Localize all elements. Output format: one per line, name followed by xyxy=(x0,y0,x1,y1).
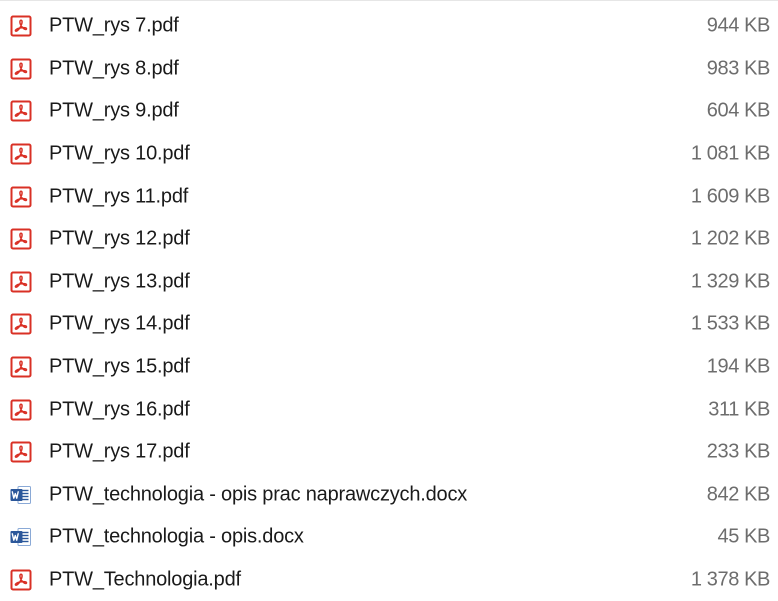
file-row[interactable]: PTW_rys 15.pdf 194 KB xyxy=(0,346,778,389)
file-size: 1 081 KB xyxy=(690,142,770,165)
file-row[interactable]: PTW_rys 11.pdf 1 609 KB xyxy=(0,175,778,218)
file-size: 1 609 KB xyxy=(690,185,770,208)
file-row[interactable]: PTW_rys 8.pdf 983 KB xyxy=(0,48,778,91)
word-icon xyxy=(10,528,31,547)
file-size: 1 533 KB xyxy=(690,312,770,335)
file-row[interactable]: PTW_rys 16.pdf 311 KB xyxy=(0,388,778,431)
pdf-icon xyxy=(10,399,32,421)
file-size: 233 KB xyxy=(706,440,771,463)
file-name: PTW_rys 15.pdf xyxy=(49,355,190,378)
file-row[interactable]: PTW_rys 9.pdf 604 KB xyxy=(0,90,778,133)
pdf-icon xyxy=(10,100,32,122)
pdf-icon xyxy=(10,271,32,293)
file-name: PTW_rys 11.pdf xyxy=(49,185,189,208)
file-size: 604 KB xyxy=(706,99,771,122)
file-size: 944 KB xyxy=(706,14,771,37)
file-size: 1 202 KB xyxy=(690,227,770,250)
file-name: PTW_rys 7.pdf xyxy=(49,14,179,37)
file-row[interactable]: PTW_rys 13.pdf 1 329 KB xyxy=(0,261,778,304)
file-size: 983 KB xyxy=(706,57,771,80)
file-name: PTW_rys 16.pdf xyxy=(49,398,190,421)
file-row[interactable]: PTW_Technologia.pdf 1 378 KB xyxy=(0,559,778,601)
word-icon xyxy=(10,485,31,504)
file-size: 1 378 KB xyxy=(690,568,770,591)
file-row[interactable]: PTW_rys 7.pdf 944 KB xyxy=(0,5,778,48)
file-name: PTW_rys 8.pdf xyxy=(49,57,179,80)
pdf-icon xyxy=(10,569,32,591)
file-name: PTW_rys 17.pdf xyxy=(49,440,190,463)
pdf-icon xyxy=(10,58,32,80)
pdf-icon xyxy=(10,143,32,165)
file-name: PTW_rys 12.pdf xyxy=(49,227,190,250)
file-name: PTW_technologia - opis.docx xyxy=(49,525,304,548)
file-row[interactable]: PTW_rys 12.pdf 1 202 KB xyxy=(0,218,778,261)
file-name: PTW_rys 13.pdf xyxy=(49,270,190,293)
file-size: 842 KB xyxy=(706,483,771,506)
pdf-icon xyxy=(10,356,32,378)
file-row[interactable]: PTW_rys 10.pdf 1 081 KB xyxy=(0,133,778,176)
top-border xyxy=(0,0,778,1)
file-row[interactable]: PTW_technologia - opis prac naprawczych.… xyxy=(0,474,778,517)
file-size: 194 KB xyxy=(706,355,771,378)
pdf-icon xyxy=(10,15,32,37)
pdf-icon xyxy=(10,186,32,208)
file-name: PTW_rys 14.pdf xyxy=(49,312,190,335)
file-row[interactable]: PTW_rys 14.pdf 1 533 KB xyxy=(0,303,778,346)
pdf-icon xyxy=(10,313,32,335)
file-size: 1 329 KB xyxy=(690,270,770,293)
file-size: 311 KB xyxy=(708,398,770,421)
file-list: PTW_rys 7.pdf 944 KB PTW_rys 8.pdf 983 KB … xyxy=(0,5,778,601)
pdf-icon xyxy=(10,441,32,463)
file-name: PTW_rys 10.pdf xyxy=(49,142,190,165)
file-row[interactable]: PTW_technologia - opis.docx 45 KB xyxy=(0,516,778,559)
file-row[interactable]: PTW_rys 17.pdf 233 KB xyxy=(0,431,778,474)
pdf-icon xyxy=(10,228,32,250)
file-name: PTW_technologia - opis prac naprawczych.… xyxy=(49,483,468,506)
file-name: PTW_rys 9.pdf xyxy=(49,99,179,122)
file-name: PTW_Technologia.pdf xyxy=(49,568,241,591)
file-size: 45 KB xyxy=(717,525,771,548)
